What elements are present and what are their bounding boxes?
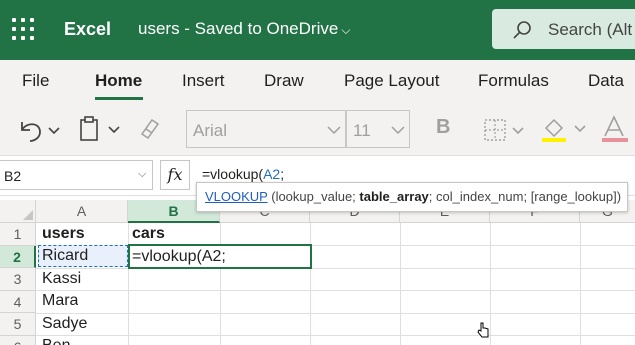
row-header-4[interactable]: 4 (0, 290, 36, 313)
tooltip-current-arg: table_array (359, 189, 429, 204)
column-header-a[interactable]: A (36, 200, 128, 223)
cell-a1[interactable]: users (42, 225, 85, 243)
app-name[interactable]: Excel (64, 19, 111, 40)
function-tooltip: VLOOKUP (lookup_value; table_array; col_… (196, 182, 628, 212)
tooltip-args-post: ; col_index_num; [range_lookup]) (428, 189, 622, 204)
row-header-2[interactable]: 2 (0, 245, 36, 268)
borders-icon[interactable] (482, 116, 528, 144)
grid-line (36, 290, 635, 291)
row-header-3[interactable]: 3 (0, 268, 36, 291)
fill-color-icon[interactable] (540, 114, 590, 144)
ribbon-tabs: File Home Insert Draw Page Layout Formul… (0, 60, 635, 102)
font-name-dropdown[interactable]: Arial (186, 110, 346, 148)
document-title[interactable]: users - Saved to OneDrive ⌵ (138, 19, 350, 39)
cell-a4[interactable]: Mara (42, 292, 78, 310)
tab-insert[interactable]: Insert (182, 71, 225, 91)
row-header-1[interactable]: 1 (0, 223, 36, 246)
app-launcher-icon[interactable] (12, 18, 34, 40)
grid-line (310, 223, 311, 345)
grid-line (220, 223, 221, 345)
function-help-link[interactable]: VLOOKUP (205, 189, 268, 204)
tooltip-args-pre: (lookup_value; (267, 189, 360, 204)
select-all-button[interactable] (0, 200, 36, 223)
cell-a5[interactable]: Sadye (42, 315, 87, 333)
search-icon (513, 21, 531, 39)
formula-suffix: ; (280, 166, 285, 182)
chevron-down-icon: ⌵ (138, 168, 147, 180)
grid-line (490, 223, 491, 345)
title-bar: Excel users - Saved to OneDrive ⌵ Search … (0, 0, 635, 60)
tab-formulas[interactable]: Formulas (478, 71, 549, 91)
chevron-down-icon (327, 126, 341, 135)
tab-page-layout[interactable]: Page Layout (344, 71, 439, 91)
search-placeholder: Search (Alt (548, 20, 633, 39)
formula-prefix: =vlookup( (202, 166, 264, 182)
tab-file[interactable]: File (22, 71, 49, 91)
font-size-dropdown[interactable]: 11 (346, 110, 410, 148)
cell-a6[interactable]: Ben (42, 337, 70, 345)
active-tab-indicator (95, 97, 143, 100)
row-header-6[interactable]: 6 (0, 335, 36, 345)
active-cell-b2[interactable]: =vlookup(A2; (128, 244, 312, 269)
name-box[interactable]: B2 ⌵ (0, 160, 153, 190)
undo-icon[interactable] (16, 116, 64, 144)
font-color-icon[interactable] (600, 114, 635, 144)
chevron-down-icon (391, 126, 405, 135)
grid-line (36, 312, 635, 314)
font-name-value: Arial (193, 121, 228, 140)
cell-a3[interactable]: Kassi (42, 270, 81, 288)
paste-icon[interactable] (78, 114, 124, 144)
tab-home[interactable]: Home (95, 71, 142, 91)
bold-button[interactable]: B (436, 116, 450, 139)
name-box-value: B2 (4, 168, 22, 184)
grid-line (580, 223, 581, 345)
tab-data[interactable]: Data (588, 71, 624, 91)
insert-function-button[interactable]: fx (160, 160, 190, 190)
row-header-5[interactable]: 5 (0, 313, 36, 336)
cell-a2[interactable]: Ricard (42, 247, 88, 265)
search-box[interactable]: Search (Alt (492, 9, 635, 49)
grid-line (36, 267, 635, 269)
hand-cursor-icon (477, 322, 489, 338)
grid-line (36, 335, 635, 336)
formula-input[interactable]: =vlookup(A2; (202, 166, 284, 182)
cell-b1[interactable]: cars (132, 225, 165, 243)
format-painter-icon[interactable] (138, 114, 166, 144)
font-size-value: 11 (353, 121, 371, 140)
chevron-down-icon: ⌵ (341, 23, 351, 37)
document-title-text: users - Saved to OneDrive (138, 19, 339, 38)
tab-draw[interactable]: Draw (264, 71, 304, 91)
formula-reference: A2 (263, 166, 281, 182)
grid-line (128, 223, 129, 345)
grid-line (400, 223, 401, 345)
active-cell-text: =vlookup(A2; (132, 248, 226, 265)
